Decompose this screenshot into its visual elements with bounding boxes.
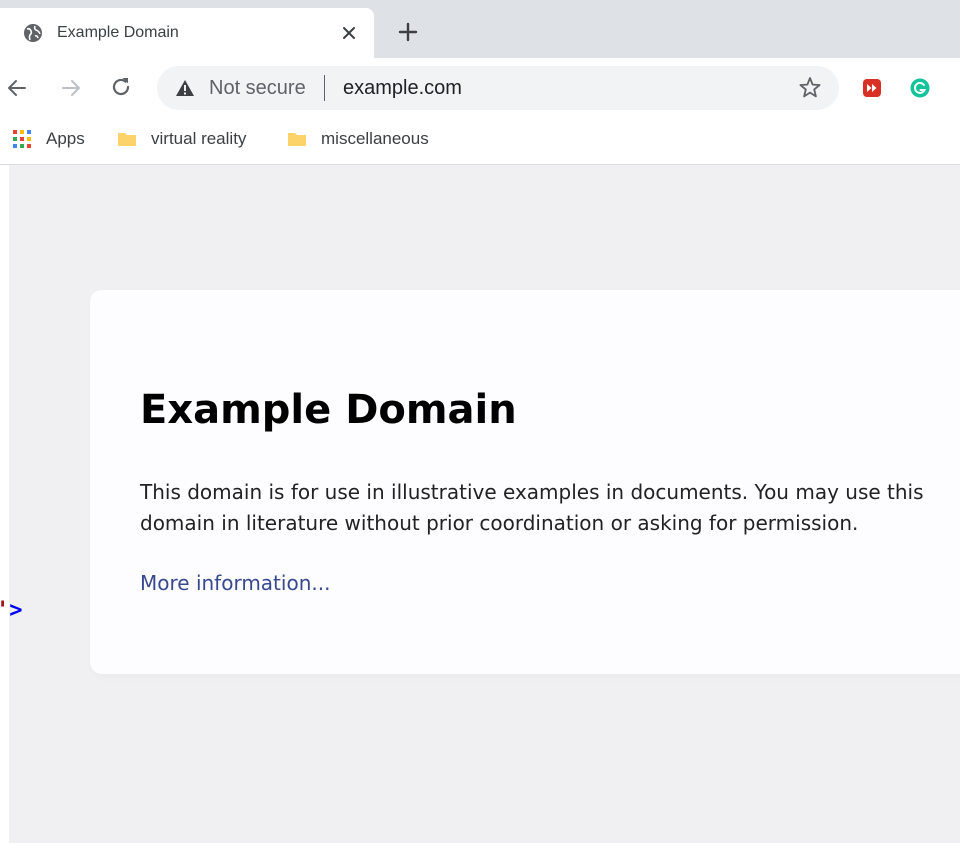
- page-heading: Example Domain: [140, 387, 517, 433]
- omnibox-separator: [324, 75, 325, 101]
- page-viewport: Example Domain This domain is for use in…: [0, 165, 960, 843]
- active-tab[interactable]: Example Domain: [0, 8, 374, 58]
- browser-window: Example Domain Not secure example.com Ap…: [0, 0, 960, 843]
- bookmark-folder-virtual-reality[interactable]: virtual reality: [117, 128, 246, 150]
- more-information-link[interactable]: More information...: [140, 568, 330, 598]
- code-quote: ': [0, 598, 9, 623]
- bookmark-label: Apps: [46, 129, 85, 148]
- security-status-label[interactable]: Not secure: [209, 76, 306, 100]
- apps-grid-icon: [13, 130, 31, 148]
- page-description: This domain is for use in illustrative e…: [140, 480, 924, 535]
- back-arrow-icon[interactable]: [4, 75, 30, 101]
- forward-arrow-icon[interactable]: [58, 75, 84, 101]
- url-text[interactable]: example.com: [343, 76, 462, 100]
- red-extension-icon[interactable]: [862, 78, 882, 98]
- bookmark-star-icon[interactable]: [797, 75, 823, 101]
- content-card: Example Domain This domain is for use in…: [90, 290, 960, 674]
- bookmark-folder-miscellaneous[interactable]: miscellaneous: [287, 128, 429, 150]
- tab-strip: Example Domain: [0, 0, 960, 58]
- bookmark-apps[interactable]: Apps: [12, 128, 85, 150]
- close-tab-icon[interactable]: [338, 22, 360, 44]
- reload-icon[interactable]: [108, 74, 134, 100]
- tab-title: Example Domain: [57, 24, 179, 41]
- code-bracket: >: [9, 598, 23, 623]
- globe-icon: [24, 24, 42, 42]
- code-fragment: '>: [0, 599, 23, 623]
- bookmark-label: miscellaneous: [321, 129, 429, 148]
- folder-icon: [118, 133, 136, 146]
- address-bar[interactable]: Not secure example.com: [157, 66, 839, 110]
- toolbar: Not secure example.com: [0, 58, 960, 116]
- folder-icon: [288, 133, 306, 146]
- bookmark-label: virtual reality: [151, 129, 247, 148]
- page-background: Example Domain This domain is for use in…: [9, 165, 960, 843]
- bookmarks-bar: Apps virtual reality miscellaneous: [0, 116, 960, 165]
- warning-icon[interactable]: [175, 78, 195, 98]
- grammarly-extension-icon[interactable]: [910, 78, 930, 98]
- new-tab-plus-icon[interactable]: [396, 20, 420, 44]
